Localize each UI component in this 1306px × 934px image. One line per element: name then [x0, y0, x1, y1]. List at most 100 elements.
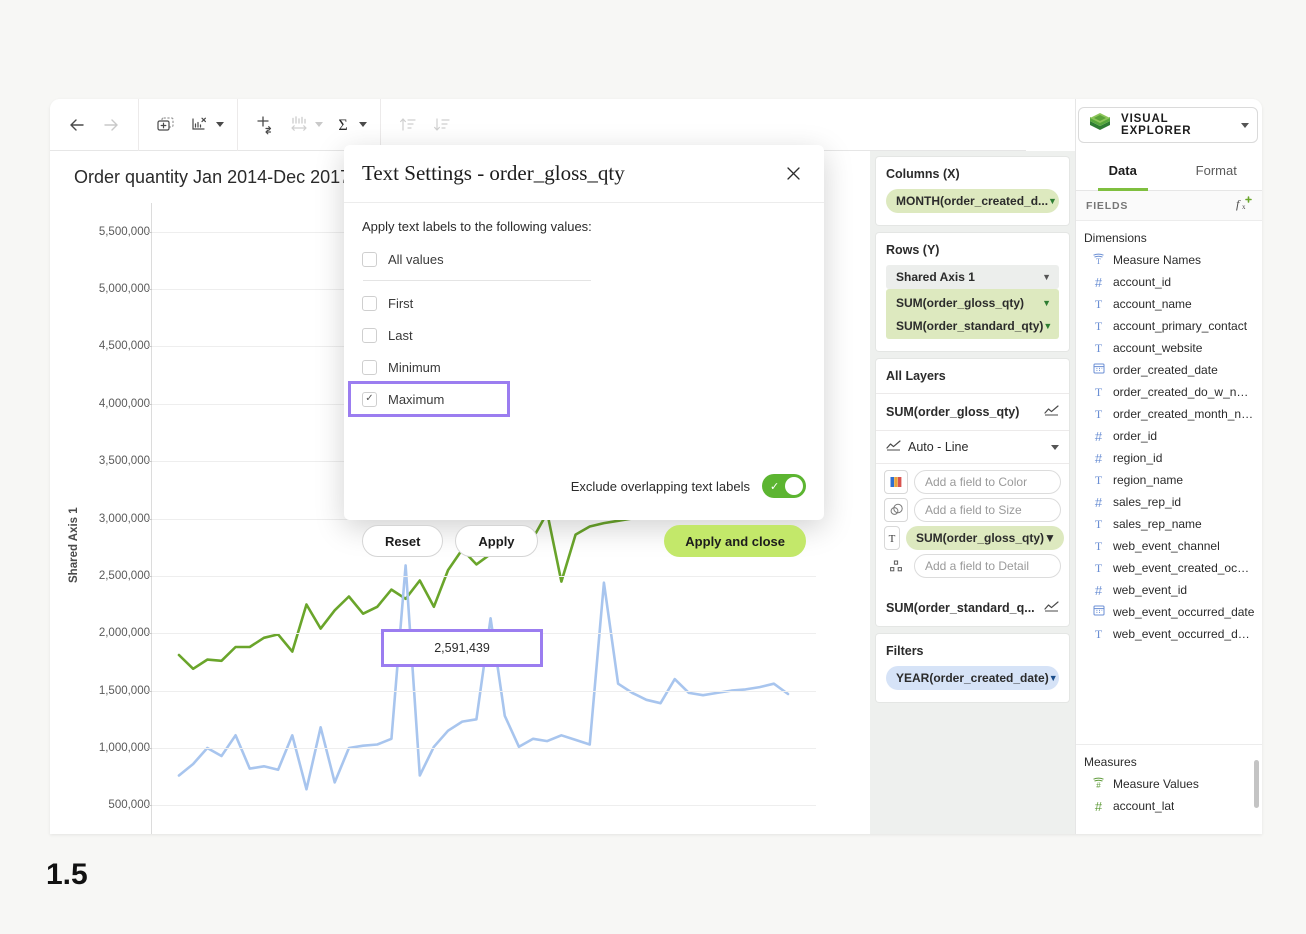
checkbox-label: Last: [388, 327, 413, 343]
series-line: [179, 565, 788, 789]
chevron-down-icon[interactable]: ▼: [1043, 321, 1052, 331]
chevron-down-icon[interactable]: ▼: [1042, 272, 1051, 282]
field-item[interactable]: # region_id: [1076, 447, 1262, 469]
encoding-list: Add a field to Color Add a field to Size…: [876, 464, 1069, 590]
checkbox-box[interactable]: [362, 327, 377, 343]
size-drop-target[interactable]: Add a field to Size: [914, 498, 1061, 522]
field-item[interactable]: Taccount_website: [1076, 337, 1262, 359]
layer-name: SUM(order_standard_q...: [886, 601, 1035, 615]
field-name: order_created_do_w_name: [1113, 385, 1255, 399]
close-icon[interactable]: [780, 161, 806, 187]
layer-sum-order-gloss-qty[interactable]: SUM(order_gloss_qty): [876, 394, 1069, 431]
color-icon[interactable]: [884, 470, 908, 494]
text-icon[interactable]: T: [884, 526, 900, 550]
mark-type-label: Auto - Line: [908, 440, 969, 454]
totals-icon[interactable]: Σ: [326, 108, 360, 142]
chevron-down-icon[interactable]: ▼: [1042, 298, 1051, 308]
field-item[interactable]: # account_lat: [1076, 795, 1262, 817]
checkbox-all-values[interactable]: All values: [362, 246, 806, 272]
checkbox-last[interactable]: Last: [362, 322, 806, 348]
mark-type-selector[interactable]: Auto - Line: [876, 431, 1069, 464]
checkbox-box[interactable]: [362, 359, 377, 375]
field-item[interactable]: order_created_date: [1076, 359, 1262, 381]
exclude-overlap-toggle[interactable]: ✓: [762, 474, 806, 498]
totals-caret-icon[interactable]: [356, 108, 370, 142]
field-item[interactable]: # Measure Values: [1076, 773, 1262, 795]
encoding-row-text: T SUM(order_gloss_qty) ▼: [884, 526, 1064, 550]
pill-text-sum-order-gloss-qty[interactable]: SUM(order_gloss_qty) ▼: [906, 526, 1064, 550]
field-name: web_event_id: [1113, 583, 1188, 597]
checkbox-minimum[interactable]: Minimum: [362, 354, 806, 380]
chevron-down-icon[interactable]: ▼: [1048, 196, 1057, 206]
figure-caption: 1.5: [46, 858, 88, 891]
chevron-down-icon[interactable]: [1051, 444, 1059, 450]
pill-sum-order-gloss-qty[interactable]: SUM(order_gloss_qty) ▼: [886, 291, 1059, 314]
pill-label: SUM(order_standard_qty): [896, 318, 1044, 333]
pill-sum-order-standard-qty[interactable]: SUM(order_standard_qty) ▼: [886, 314, 1059, 337]
field-name: account_id: [1113, 275, 1172, 289]
field-item[interactable]: Taccount_name: [1076, 293, 1262, 315]
detail-icon[interactable]: [884, 554, 908, 578]
field-name: web_event_occurred_do_w_name: [1113, 627, 1255, 641]
apply-and-close-button[interactable]: Apply and close: [664, 525, 806, 557]
field-name: account_website: [1113, 341, 1203, 355]
chevron-down-icon[interactable]: ▼: [1044, 531, 1056, 545]
axis-tick: [147, 633, 152, 635]
apply-button[interactable]: Apply: [455, 525, 538, 557]
measure-names-icon: T: [1092, 252, 1105, 269]
data-panel-scrollbar[interactable]: [1254, 760, 1259, 808]
reset-button[interactable]: Reset: [362, 525, 444, 557]
field-name: Measure Values: [1113, 777, 1199, 791]
chevron-down-icon[interactable]: [1241, 122, 1249, 128]
field-item[interactable]: web_event_occurred_date: [1076, 601, 1262, 623]
field-name: order_created_month_name: [1113, 407, 1255, 421]
toolbar: Σ: [50, 99, 1026, 151]
field-item[interactable]: Torder_created_do_w_name: [1076, 381, 1262, 403]
pill-label: SUM(order_gloss_qty): [896, 295, 1025, 310]
size-icon[interactable]: [884, 498, 908, 522]
checkbox-first[interactable]: First: [362, 290, 806, 316]
clear-sheet-caret-icon[interactable]: [213, 108, 227, 142]
clear-sheet-icon[interactable]: [183, 108, 217, 142]
tab-data[interactable]: Data: [1076, 151, 1170, 191]
field-item[interactable]: Tsales_rep_name: [1076, 513, 1262, 535]
line-chart-icon: [886, 438, 901, 456]
pill-year-order-created-date[interactable]: YEAR(order_created_date) ▼: [886, 666, 1059, 690]
swap-axes-icon[interactable]: [248, 108, 282, 142]
pill-label: MONTH(order_created_d...: [896, 194, 1049, 208]
field-name: sales_rep_id: [1113, 495, 1182, 509]
dimensions-container: T Measure Names # account_id Taccount_name Ta…: [1076, 249, 1262, 645]
field-item[interactable]: # order_id: [1076, 425, 1262, 447]
color-drop-target[interactable]: Add a field to Color: [914, 470, 1061, 494]
field-item[interactable]: Tregion_name: [1076, 469, 1262, 491]
line-chart-icon: [1044, 403, 1059, 421]
tab-format[interactable]: Format: [1170, 151, 1263, 190]
back-icon[interactable]: [60, 108, 94, 142]
layer-sum-order-standard-qty[interactable]: SUM(order_standard_q...: [876, 590, 1069, 626]
duplicate-sheet-icon[interactable]: [149, 108, 183, 142]
field-item[interactable]: Tweb_event_created_occurred_na...: [1076, 557, 1262, 579]
visual-explorer-badge[interactable]: VISUAL EXPLORER: [1078, 107, 1258, 143]
number-icon: #: [1094, 274, 1103, 290]
field-item[interactable]: # sales_rep_id: [1076, 491, 1262, 513]
field-item[interactable]: Torder_created_month_name: [1076, 403, 1262, 425]
checkbox-box[interactable]: [362, 295, 377, 311]
checkbox-maximum[interactable]: ✓ Maximum: [348, 381, 806, 417]
pill-month-order-created-date[interactable]: MONTH(order_created_d... ▼: [886, 189, 1059, 213]
field-item[interactable]: # web_event_id: [1076, 579, 1262, 601]
checkbox-box[interactable]: [362, 251, 377, 267]
add-calculated-field-icon[interactable]: f x: [1235, 195, 1253, 216]
field-item[interactable]: Tweb_event_occurred_do_w_name: [1076, 623, 1262, 645]
panel-tabs: Data Format: [1076, 151, 1262, 191]
text-icon: T: [1094, 296, 1103, 311]
fields-list[interactable]: Dimensions T Measure Names # account_id Tacc…: [1076, 221, 1262, 744]
chevron-down-icon[interactable]: ▼: [1049, 673, 1058, 683]
detail-drop-target[interactable]: Add a field to Detail: [914, 554, 1061, 578]
checkbox-label: Minimum: [388, 359, 441, 375]
field-item[interactable]: T Measure Names: [1076, 249, 1262, 271]
checkbox-box[interactable]: ✓: [362, 391, 377, 407]
field-item[interactable]: # account_id: [1076, 271, 1262, 293]
pill-shared-axis-1[interactable]: Shared Axis 1 ▼: [886, 265, 1059, 289]
field-item[interactable]: Taccount_primary_contact: [1076, 315, 1262, 337]
field-item[interactable]: Tweb_event_channel: [1076, 535, 1262, 557]
